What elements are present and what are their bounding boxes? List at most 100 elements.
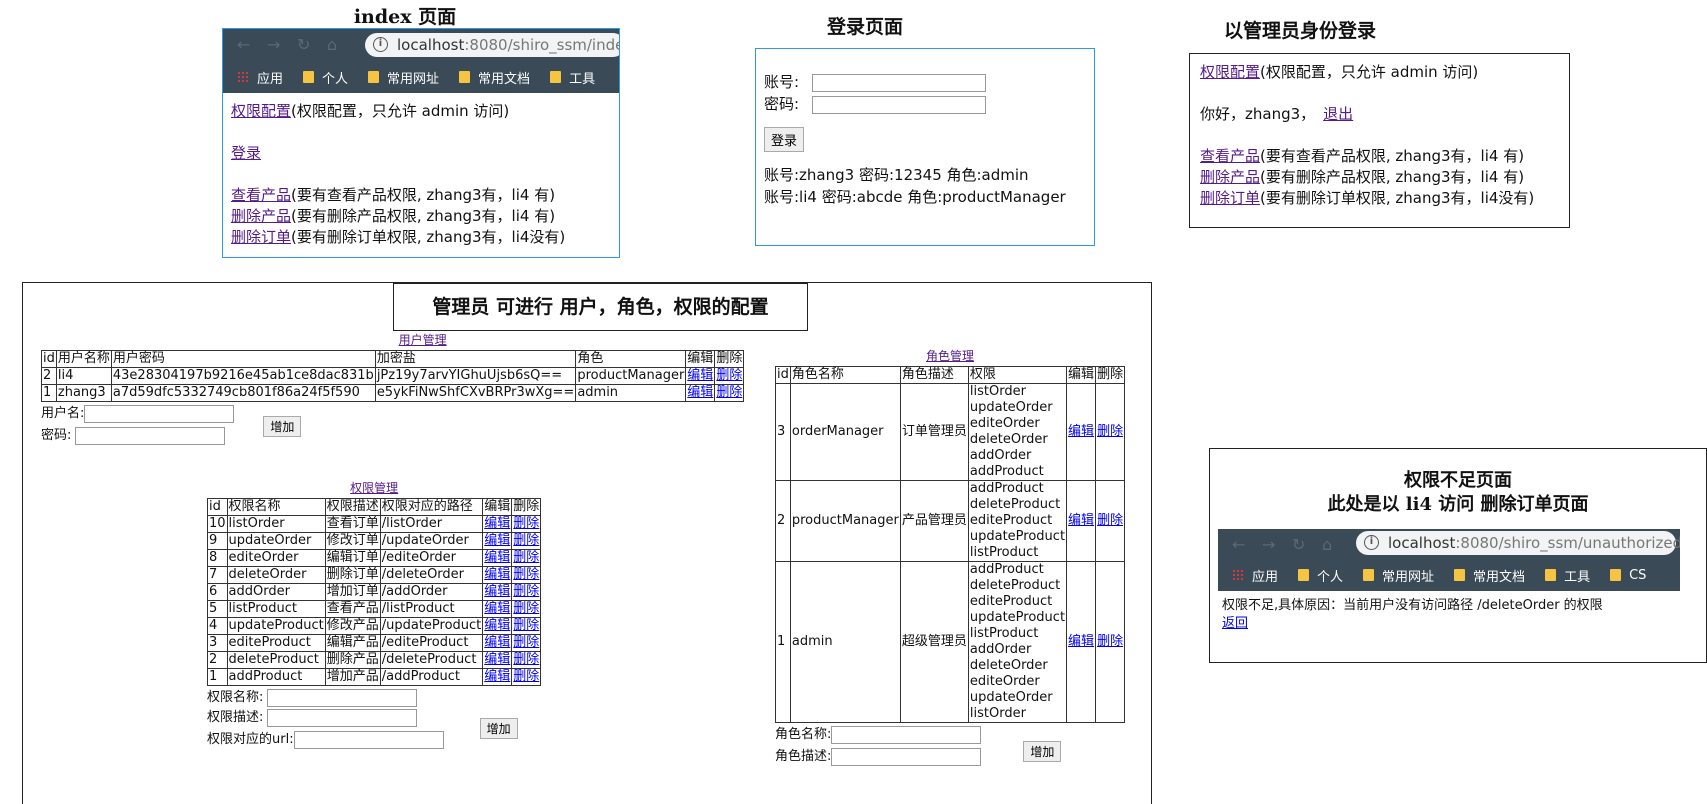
reload-icon[interactable]: ↻ <box>297 35 310 54</box>
bookmark-personal[interactable]: 个人 <box>303 68 348 87</box>
delete[interactable]: 删除 <box>714 367 745 385</box>
delete-link[interactable]: 删除 <box>513 618 539 633</box>
role-management-link[interactable]: 角色管理 <box>926 349 974 363</box>
username-input[interactable] <box>84 404 235 423</box>
back-icon[interactable]: ← <box>1232 535 1245 554</box>
bookmark-common-docs[interactable]: 常用文档 <box>459 68 530 87</box>
delete-link[interactable]: 删除 <box>513 669 539 684</box>
perm-config-link[interactable]: 权限配置 <box>1200 63 1260 81</box>
delete[interactable]: 删除 <box>511 549 542 567</box>
delete-product-link[interactable]: 删除产品 <box>1200 168 1260 186</box>
back-icon[interactable]: ← <box>237 35 250 54</box>
delete-product-link[interactable]: 删除产品 <box>231 207 291 225</box>
edit[interactable]: 编辑 <box>685 384 716 402</box>
edit[interactable]: 编辑 <box>482 668 513 686</box>
edit-link[interactable]: 编辑 <box>484 601 510 616</box>
view-product-link[interactable]: 查看产品 <box>231 186 291 204</box>
delete-order-link[interactable]: 删除订单 <box>231 228 291 246</box>
edit[interactable]: 编辑 <box>1066 383 1097 481</box>
delete-link[interactable]: 删除 <box>1097 513 1123 528</box>
delete[interactable]: 删除 <box>511 532 542 550</box>
edit[interactable]: 编辑 <box>482 617 513 635</box>
add-user-button[interactable]: 增加 <box>263 416 302 437</box>
delete[interactable]: 删除 <box>1095 480 1126 562</box>
reload-icon[interactable]: ↻ <box>1292 535 1305 554</box>
bookmark-tools[interactable]: 工具 <box>550 68 595 87</box>
edit[interactable]: 编辑 <box>482 549 513 567</box>
edit-link[interactable]: 编辑 <box>687 368 713 383</box>
permission-url-input[interactable] <box>293 730 444 749</box>
edit-link[interactable]: 编辑 <box>1068 424 1094 439</box>
edit[interactable]: 编辑 <box>482 651 513 669</box>
delete[interactable]: 删除 <box>511 617 542 635</box>
edit[interactable]: 编辑 <box>482 583 513 601</box>
edit-link[interactable]: 编辑 <box>484 618 510 633</box>
edit[interactable]: 编辑 <box>482 532 513 550</box>
edit-link[interactable]: 编辑 <box>484 550 510 565</box>
bookmark-cs[interactable]: CS <box>1610 568 1646 583</box>
edit[interactable]: 编辑 <box>482 634 513 652</box>
delete-order-link[interactable]: 删除订单 <box>1200 189 1260 207</box>
delete-link[interactable]: 删除 <box>513 567 539 582</box>
bookmark-common-docs[interactable]: 常用文档 <box>1454 566 1525 585</box>
bookmark-apps[interactable]: 应用 <box>1232 566 1278 585</box>
logout-link[interactable]: 退出 <box>1323 105 1353 123</box>
delete-link[interactable]: 删除 <box>513 550 539 565</box>
bookmark-personal[interactable]: 个人 <box>1298 566 1343 585</box>
delete[interactable]: 删除 <box>1095 383 1126 481</box>
delete-link[interactable]: 删除 <box>513 516 539 531</box>
edit-link[interactable]: 编辑 <box>484 669 510 684</box>
edit[interactable]: 编辑 <box>685 367 716 385</box>
address-bar[interactable]: i localhost:8080/shiro_ssm/unauthorized <box>1356 531 1680 555</box>
address-bar[interactable]: i localhost:8080/shiro_ssm/index <box>365 33 619 57</box>
delete[interactable]: 删除 <box>1095 561 1126 723</box>
delete-link[interactable]: 删除 <box>716 368 742 383</box>
edit-link[interactable]: 编辑 <box>687 385 713 400</box>
delete[interactable]: 删除 <box>511 600 542 618</box>
bookmark-common-sites[interactable]: 常用网址 <box>1363 566 1434 585</box>
edit-link[interactable]: 编辑 <box>484 533 510 548</box>
delete-link[interactable]: 删除 <box>513 584 539 599</box>
login-link[interactable]: 登录 <box>231 144 261 162</box>
delete[interactable]: 删除 <box>511 668 542 686</box>
delete[interactable]: 删除 <box>714 384 745 402</box>
delete[interactable]: 删除 <box>511 515 542 533</box>
view-product-link[interactable]: 查看产品 <box>1200 147 1260 165</box>
password-input[interactable] <box>811 95 986 114</box>
login-button[interactable]: 登录 <box>764 127 805 152</box>
edit[interactable]: 编辑 <box>482 566 513 584</box>
delete[interactable]: 删除 <box>511 634 542 652</box>
permission-desc-input[interactable] <box>267 708 418 727</box>
home-icon[interactable]: ⌂ <box>327 35 337 54</box>
bookmark-common-sites[interactable]: 常用网址 <box>368 68 439 87</box>
delete-link[interactable]: 删除 <box>513 652 539 667</box>
edit[interactable]: 编辑 <box>482 600 513 618</box>
permission-management-link[interactable]: 权限管理 <box>350 481 398 495</box>
delete-link[interactable]: 删除 <box>1097 634 1123 649</box>
edit-link[interactable]: 编辑 <box>1068 634 1094 649</box>
account-input[interactable] <box>811 73 986 92</box>
edit[interactable]: 编辑 <box>482 515 513 533</box>
delete-link[interactable]: 删除 <box>716 385 742 400</box>
forward-icon[interactable]: → <box>267 35 280 54</box>
add-role-button[interactable]: 增加 <box>1023 741 1062 762</box>
bookmark-tools[interactable]: 工具 <box>1545 566 1590 585</box>
edit-link[interactable]: 编辑 <box>484 567 510 582</box>
back-link[interactable]: 返回 <box>1222 616 1248 631</box>
role-name-input[interactable] <box>831 725 982 744</box>
role-desc-input[interactable] <box>831 747 982 766</box>
delete-link[interactable]: 删除 <box>513 635 539 650</box>
forward-icon[interactable]: → <box>1262 535 1275 554</box>
delete[interactable]: 删除 <box>511 566 542 584</box>
edit-link[interactable]: 编辑 <box>484 584 510 599</box>
edit-link[interactable]: 编辑 <box>484 652 510 667</box>
delete-link[interactable]: 删除 <box>1097 424 1123 439</box>
delete[interactable]: 删除 <box>511 583 542 601</box>
add-permission-button[interactable]: 增加 <box>479 718 518 739</box>
user-management-link[interactable]: 用户管理 <box>399 333 447 347</box>
permission-name-input[interactable] <box>267 688 418 707</box>
edit[interactable]: 编辑 <box>1066 480 1097 562</box>
bookmark-apps[interactable]: 应用 <box>237 68 283 87</box>
home-icon[interactable]: ⌂ <box>1322 535 1332 554</box>
delete-link[interactable]: 删除 <box>513 533 539 548</box>
